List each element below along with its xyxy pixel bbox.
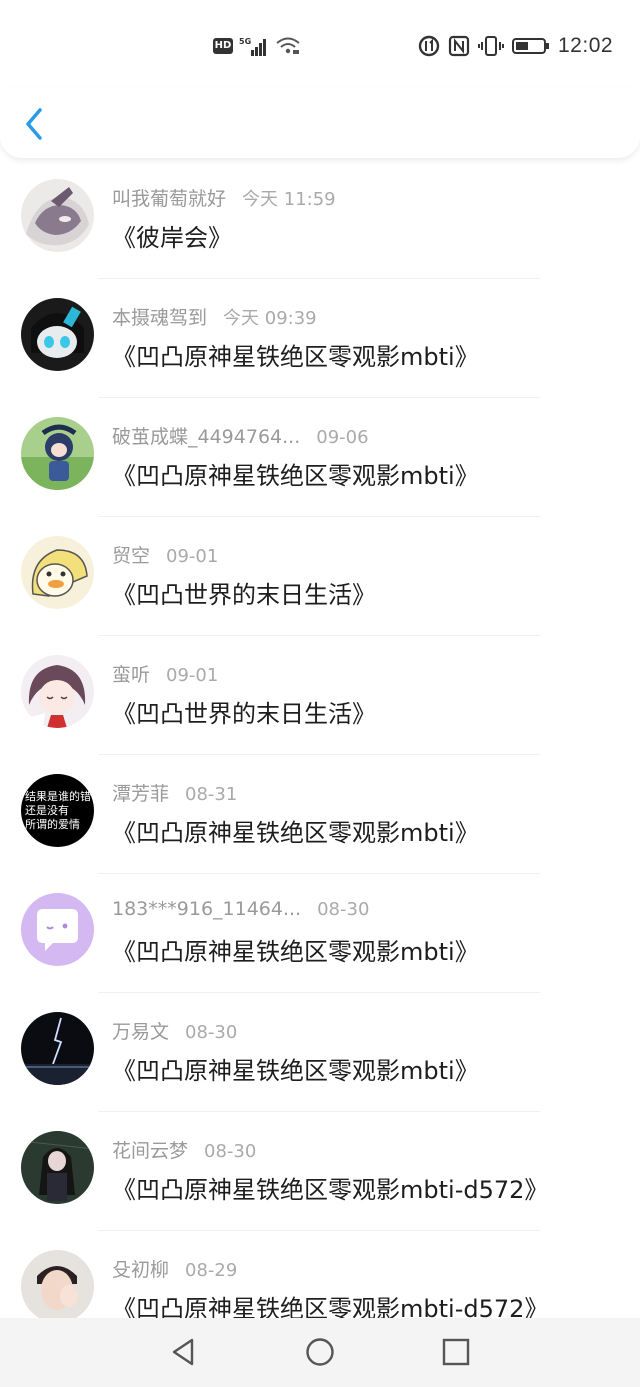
work-title[interactable]: 《凹凸原神星铁绝区零观影mbti》 xyxy=(112,456,479,491)
nfc-icon xyxy=(448,35,470,57)
user-name: 叫我葡萄就好 xyxy=(112,188,227,210)
battery-icon xyxy=(512,38,549,54)
item-time: 今天 11:59 xyxy=(242,189,336,210)
user-name: 183***916_11464... xyxy=(112,898,302,920)
list-item[interactable]: 破茧成蝶_4494764... 09-06 《凹凸原神星铁绝区零观影mbti》 xyxy=(0,398,640,517)
item-meta: 贸空 09-01 xyxy=(112,541,218,568)
list-item[interactable]: 结果是谁的错 还是没有 所谓的爱情 潭芳菲 08-31 《凹凸原神星铁绝区零观影m… xyxy=(0,755,640,874)
list-item[interactable]: 殳初柳 08-29 《凹凸原神星铁绝区零观影mbti-d572》 xyxy=(0,1231,640,1318)
chevron-left-icon[interactable] xyxy=(18,102,52,146)
user-name: 破茧成蝶_4494764... xyxy=(112,426,301,448)
wifi-icon xyxy=(276,37,300,54)
status-bar: HD 5G 12:02 xyxy=(0,0,640,88)
work-title[interactable]: 《凹凸原神星铁绝区零观影mbti》 xyxy=(112,337,479,372)
item-meta: 183***916_11464... 08-30 xyxy=(112,898,369,920)
item-time: 今天 09:39 xyxy=(223,308,317,329)
status-right: 12:02 xyxy=(418,34,613,58)
item-time: 09-01 xyxy=(166,546,219,567)
message-list: 叫我葡萄就好 今天 11:59 《彼岸会》 本摄魂驾到 今天 09:39 《凹凸原神… xyxy=(0,160,640,1318)
item-meta: 破茧成蝶_4494764... 09-06 xyxy=(112,422,369,449)
top-nav-bar xyxy=(0,88,640,158)
home-circle-icon[interactable] xyxy=(304,1336,336,1368)
work-title[interactable]: 《凹凸世界的末日生活》 xyxy=(112,575,376,610)
item-time: 08-30 xyxy=(204,1141,257,1162)
user-name: 本摄魂驾到 xyxy=(112,307,208,329)
item-time: 08-30 xyxy=(185,1022,238,1043)
item-time: 08-29 xyxy=(185,1260,238,1281)
item-time: 09-01 xyxy=(166,665,219,686)
5g-signal-icon: 5G xyxy=(239,37,266,56)
item-time: 09-06 xyxy=(316,427,369,448)
avatar[interactable] xyxy=(21,655,94,728)
work-title[interactable]: 《凹凸原神星铁绝区零观影mbti-d572》 xyxy=(112,1170,548,1205)
list-item[interactable]: 花间云梦 08-30 《凹凸原神星铁绝区零观影mbti-d572》 xyxy=(0,1112,640,1231)
work-title[interactable]: 《凹凸原神星铁绝区零观影mbti》 xyxy=(112,813,479,848)
list-item[interactable]: 蛮听 09-01 《凹凸世界的末日生活》 xyxy=(0,636,640,755)
user-name: 万易文 xyxy=(112,1021,170,1043)
avatar[interactable] xyxy=(21,536,94,609)
user-name: 花间云梦 xyxy=(112,1140,189,1162)
hd-icon: HD xyxy=(213,38,233,54)
data-saver-icon xyxy=(418,35,440,57)
item-time: 08-31 xyxy=(185,784,238,805)
item-meta: 叫我葡萄就好 今天 11:59 xyxy=(112,184,336,211)
avatar[interactable]: 结果是谁的错 还是没有 所谓的爱情 xyxy=(21,774,94,847)
avatar[interactable] xyxy=(21,1250,94,1318)
work-title[interactable]: 《凹凸原神星铁绝区零观影mbti》 xyxy=(112,1051,479,1086)
user-name: 殳初柳 xyxy=(112,1259,170,1281)
avatar[interactable] xyxy=(21,893,94,966)
avatar[interactable] xyxy=(21,1131,94,1204)
vibrate-icon xyxy=(478,36,504,56)
item-time: 08-30 xyxy=(317,899,370,920)
item-meta: 潭芳菲 08-31 xyxy=(112,779,237,806)
work-title[interactable]: 《凹凸原神星铁绝区零观影mbti-d572》 xyxy=(112,1289,548,1318)
list-item[interactable]: 贸空 09-01 《凹凸世界的末日生活》 xyxy=(0,517,640,636)
status-left: HD 5G xyxy=(213,36,301,56)
list-item[interactable]: 183***916_11464... 08-30 《凹凸原神星铁绝区零观影mbti… xyxy=(0,874,640,993)
item-meta: 花间云梦 08-30 xyxy=(112,1136,256,1163)
list-item[interactable]: 叫我葡萄就好 今天 11:59 《彼岸会》 xyxy=(0,160,640,279)
list-item[interactable]: 本摄魂驾到 今天 09:39 《凹凸原神星铁绝区零观影mbti》 xyxy=(0,279,640,398)
avatar[interactable] xyxy=(21,417,94,490)
system-nav-bar xyxy=(0,1318,640,1387)
item-meta: 本摄魂驾到 今天 09:39 xyxy=(112,303,317,330)
network-label: 5G xyxy=(239,37,251,46)
user-name: 蛮听 xyxy=(112,664,151,686)
recents-square-icon[interactable] xyxy=(440,1336,472,1368)
avatar[interactable] xyxy=(21,1012,94,1085)
list-item[interactable]: 万易文 08-30 《凹凸原神星铁绝区零观影mbti》 xyxy=(0,993,640,1112)
avatar[interactable] xyxy=(21,179,94,252)
avatar[interactable] xyxy=(21,298,94,371)
work-title[interactable]: 《凹凸原神星铁绝区零观影mbti》 xyxy=(112,932,479,967)
work-title[interactable]: 《彼岸会》 xyxy=(112,218,232,253)
user-name: 贸空 xyxy=(112,545,151,567)
item-meta: 万易文 08-30 xyxy=(112,1017,237,1044)
status-time: 12:02 xyxy=(558,34,614,57)
item-meta: 蛮听 09-01 xyxy=(112,660,218,687)
work-title[interactable]: 《凹凸世界的末日生活》 xyxy=(112,694,376,729)
item-meta: 殳初柳 08-29 xyxy=(112,1255,237,1282)
back-triangle-icon[interactable] xyxy=(168,1336,200,1368)
user-name: 潭芳菲 xyxy=(112,783,170,805)
